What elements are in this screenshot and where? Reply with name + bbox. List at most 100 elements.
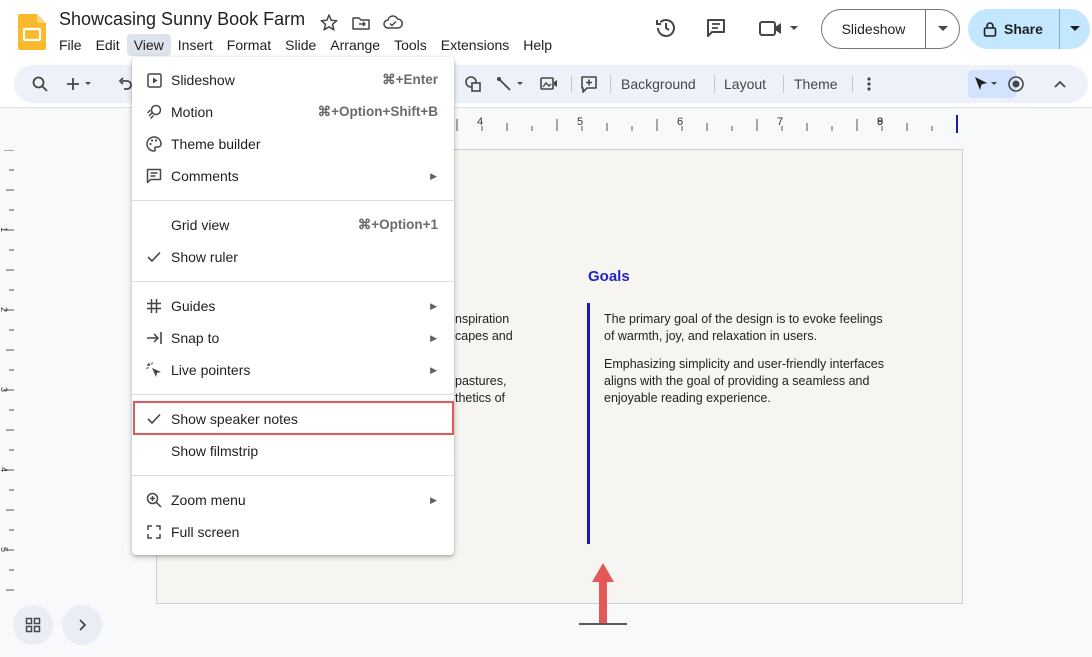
theme-button[interactable]: Theme — [794, 65, 838, 103]
slideshow-button-label[interactable]: Slideshow — [822, 10, 926, 48]
show-filmstrip-button[interactable] — [62, 605, 102, 645]
slide-body-fragment[interactable]: thetics of — [455, 390, 505, 407]
lock-icon — [983, 22, 997, 37]
annotation-arrow-up-icon — [592, 563, 614, 624]
menu-item-show-filmstrip[interactable]: Show filmstrip — [132, 435, 454, 467]
line-tool-icon[interactable] — [496, 65, 526, 103]
slideshow-options-dropdown[interactable] — [926, 26, 959, 32]
chevron-down-icon — [1070, 26, 1080, 31]
goals-paragraph-line[interactable]: of warmth, joy, and relaxation in users. — [604, 328, 924, 345]
select-pointer-icon[interactable] — [972, 65, 1004, 103]
version-history-icon[interactable] — [654, 16, 678, 40]
menu-item-slideshow[interactable]: Slideshow ⌘+Enter — [132, 64, 454, 96]
chevron-down-icon — [937, 26, 948, 31]
menu-format[interactable]: Format — [220, 34, 278, 56]
collapse-toolbar-icon[interactable] — [1054, 65, 1066, 103]
comment-add-icon[interactable] — [580, 65, 598, 103]
menu-divider — [132, 200, 454, 201]
menu-item-grid-view[interactable]: Grid view ⌘+Option+1 — [132, 209, 454, 241]
share-options-dropdown[interactable] — [1060, 26, 1090, 32]
motion-icon — [145, 103, 163, 121]
submenu-arrow-icon: ▶ — [430, 364, 437, 375]
menu-item-guides[interactable]: Guides ▶ — [132, 290, 454, 322]
menu-item-comments[interactable]: Comments ▶ — [132, 160, 454, 192]
menu-divider — [132, 281, 454, 282]
move-folder-icon[interactable] — [350, 12, 372, 34]
menu-help[interactable]: Help — [516, 34, 559, 56]
new-slide-icon[interactable] — [66, 65, 92, 103]
laser-pointer-icon[interactable] — [1007, 65, 1025, 103]
vruler-tick-4: 4 — [0, 467, 9, 472]
search-menus-icon[interactable] — [32, 65, 48, 103]
menu-item-snap-to[interactable]: Snap to ▶ — [132, 322, 454, 354]
checkmark-icon — [145, 248, 163, 266]
slideshow-button[interactable]: Slideshow — [821, 9, 960, 49]
menu-tools[interactable]: Tools — [387, 34, 434, 56]
goals-paragraph-line[interactable]: aligns with the goal of providing a seam… — [604, 373, 924, 390]
guides-icon — [145, 297, 163, 315]
menu-item-motion[interactable]: Motion ⌘+Option+Shift+B — [132, 96, 454, 128]
submenu-arrow-icon: ▶ — [430, 300, 437, 311]
shape-icon[interactable] — [464, 65, 482, 103]
meet-icon[interactable] — [758, 16, 802, 40]
submenu-arrow-icon: ▶ — [430, 494, 437, 505]
share-button[interactable]: Share — [968, 9, 1090, 49]
menu-insert[interactable]: Insert — [171, 34, 220, 56]
menu-item-live-pointers[interactable]: Live pointers ▶ — [132, 354, 454, 386]
vruler-tick-5: 5 — [0, 547, 9, 552]
comments-icon — [145, 167, 163, 185]
goals-paragraph-line[interactable]: Emphasizing simplicity and user-friendly… — [604, 356, 924, 373]
chevron-right-icon — [79, 619, 86, 631]
menu-item-show-ruler[interactable]: Show ruler — [132, 241, 454, 273]
menu-arrange[interactable]: Arrange — [323, 34, 387, 56]
goals-accent-bar — [587, 303, 590, 544]
document-title[interactable]: Showcasing Sunny Book Farm — [59, 9, 305, 30]
submenu-arrow-icon: ▶ — [430, 332, 437, 343]
undo-icon[interactable] — [118, 65, 132, 103]
submenu-arrow-icon: ▶ — [430, 170, 437, 181]
menu-view[interactable]: View — [126, 34, 171, 56]
fullscreen-icon — [145, 523, 163, 541]
slide-body-fragment[interactable]: capes and — [455, 328, 513, 345]
goals-paragraph-line[interactable]: enjoyable reading experience. — [604, 390, 924, 407]
speaker-notes-highlight-box — [133, 401, 454, 435]
slide-body-fragment[interactable]: pastures, — [455, 373, 506, 390]
live-pointer-icon — [145, 361, 163, 379]
menu-file[interactable]: File — [52, 34, 89, 56]
menu-slide[interactable]: Slide — [278, 34, 323, 56]
grid-icon — [25, 617, 41, 633]
menu-divider — [132, 394, 454, 395]
speaker-notes-drag-handle[interactable] — [579, 623, 627, 625]
ruler-tick-5: 5 — [577, 116, 583, 128]
goals-paragraph-line[interactable]: The primary goal of the design is to evo… — [604, 311, 924, 328]
menu-edit[interactable]: Edit — [89, 34, 127, 56]
slide-body-fragment[interactable]: nspiration — [455, 311, 509, 328]
vruler-tick-3: 3 — [0, 387, 9, 392]
play-box-icon — [145, 71, 163, 89]
slides-logo-icon[interactable] — [18, 14, 46, 50]
star-icon[interactable] — [318, 12, 340, 34]
more-options-icon[interactable] — [867, 65, 871, 103]
cloud-saved-icon[interactable] — [382, 12, 404, 34]
insert-image-icon[interactable] — [540, 65, 558, 103]
svg-text:9: 9 — [877, 116, 883, 128]
share-button-label[interactable]: Share — [1004, 21, 1043, 37]
palette-icon — [145, 135, 163, 153]
vruler-tick-1: 1 — [0, 227, 9, 232]
ruler-tick-9: 9 — [877, 116, 883, 128]
grid-view-button[interactable] — [13, 605, 53, 645]
layout-button[interactable]: Layout — [724, 65, 766, 103]
background-button[interactable]: Background — [621, 65, 696, 103]
menu-divider — [132, 475, 454, 476]
comments-icon[interactable] — [704, 16, 728, 40]
zoom-icon — [145, 491, 163, 509]
vertical-ruler: 1 2 3 4 5 — [0, 150, 14, 591]
menu-item-zoom-menu[interactable]: Zoom menu ▶ — [132, 484, 454, 516]
menu-extensions[interactable]: Extensions — [434, 34, 516, 56]
snap-to-icon — [145, 329, 163, 347]
view-menu: Slideshow ⌘+Enter Motion ⌘+Option+Shift+… — [132, 57, 454, 555]
goals-heading[interactable]: Goals — [588, 268, 630, 285]
menu-item-theme-builder[interactable]: Theme builder — [132, 128, 454, 160]
menu-item-full-screen[interactable]: Full screen — [132, 516, 454, 548]
ruler-tick-7: 7 — [777, 116, 783, 128]
